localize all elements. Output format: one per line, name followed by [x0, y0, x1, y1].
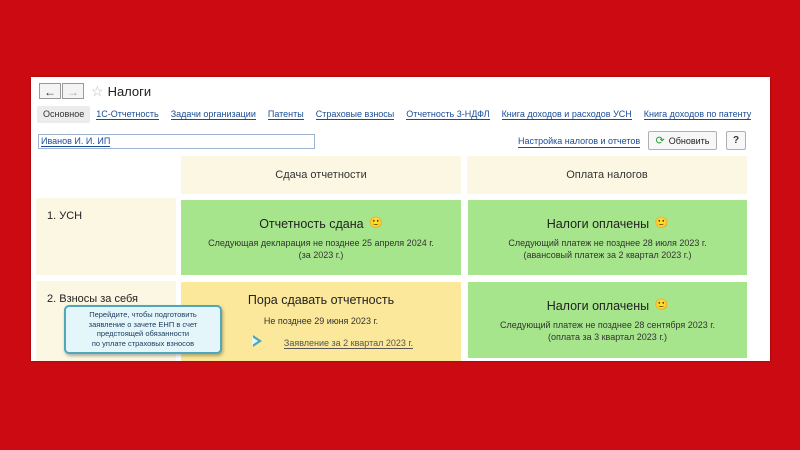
tab-bar: Основное 1С-Отчетность Задачи организаци… [37, 104, 770, 124]
contributions-reporting-deadline: Не позднее 29 июня 2023 г. [263, 316, 379, 326]
help-button[interactable]: ? [726, 131, 746, 150]
window-title: Налоги [107, 83, 152, 99]
organization-field[interactable]: Иванов И. И. ИП [38, 134, 315, 149]
application-link[interactable]: Заявление за 2 квартал 2023 г. [283, 338, 414, 349]
taxes-window: ← → ☆ Налоги Основное 1С-Отчетность Зада… [31, 77, 770, 361]
tax-settings-link[interactable]: Настройка налогов и отчетов [518, 136, 641, 148]
arrow-right-icon: → [67, 85, 79, 99]
usn-reporting-details: Следующая декларация не позднее 25 апрел… [208, 238, 434, 260]
smiley-icon: 🙂 [369, 217, 383, 229]
tab-patents[interactable]: Патенты [262, 106, 310, 123]
refresh-button[interactable]: ⟳ Обновить [648, 131, 717, 150]
smiley-icon: 🙂 [654, 217, 669, 229]
title-bar: ← → ☆ Налоги [39, 81, 151, 101]
header-payment: Оплата налогов [467, 156, 747, 194]
usn-reporting-cell[interactable]: Отчетность сдана 🙂 Следующая декларация … [181, 200, 461, 275]
tab-main[interactable]: Основное [37, 105, 91, 123]
contributions-payment-status: Налоги оплачены 🙂 [546, 299, 669, 313]
tab-organization-tasks[interactable]: Задачи организации [165, 106, 262, 123]
hint-arrow-fill [252, 337, 258, 345]
contributions-payment-cell[interactable]: Налоги оплачены 🙂 Следующий платеж не по… [468, 282, 747, 358]
refresh-label: Обновить [668, 135, 710, 146]
tab-1c-reporting[interactable]: 1С-Отчетность [90, 106, 164, 123]
header-reporting: Сдача отчетности [181, 156, 461, 194]
usn-payment-cell[interactable]: Налоги оплачены 🙂 Следующий платеж не по… [468, 200, 747, 275]
refresh-icon: ⟳ [655, 135, 665, 147]
tab-insurance-contributions[interactable]: Страховые взносы [310, 106, 401, 123]
contributions-payment-details: Следующий платеж не позднее 28 сентября … [500, 320, 715, 342]
tab-usn-book[interactable]: Книга доходов и расходов УСН [496, 106, 638, 123]
smiley-icon: 🙂 [654, 299, 669, 311]
usn-payment-details: Следующий платеж не позднее 28 июля 2023… [508, 238, 707, 260]
arrow-left-icon: ← [44, 85, 56, 99]
contributions-reporting-status: Пора сдавать отчетность [247, 293, 395, 307]
contributions-reporting-cell[interactable]: Пора сдавать отчетность Не позднее 29 ию… [181, 282, 461, 361]
usn-reporting-status: Отчетность сдана 🙂 [259, 217, 383, 231]
hint-callout: Перейдите, чтобы подготовить заявление о… [64, 305, 222, 354]
tab-patent-book[interactable]: Книга доходов по патенту [638, 106, 758, 123]
usn-payment-status: Налоги оплачены 🙂 [546, 217, 669, 231]
back-button[interactable]: ← [39, 83, 61, 99]
tab-3ndfl[interactable]: Отчетность 3-НДФЛ [400, 106, 495, 123]
row-label-usn: 1. УСН [36, 198, 176, 275]
forward-button[interactable]: → [62, 83, 84, 99]
star-icon[interactable]: ☆ [91, 83, 104, 99]
organization-value: Иванов И. И. ИП [41, 136, 111, 147]
